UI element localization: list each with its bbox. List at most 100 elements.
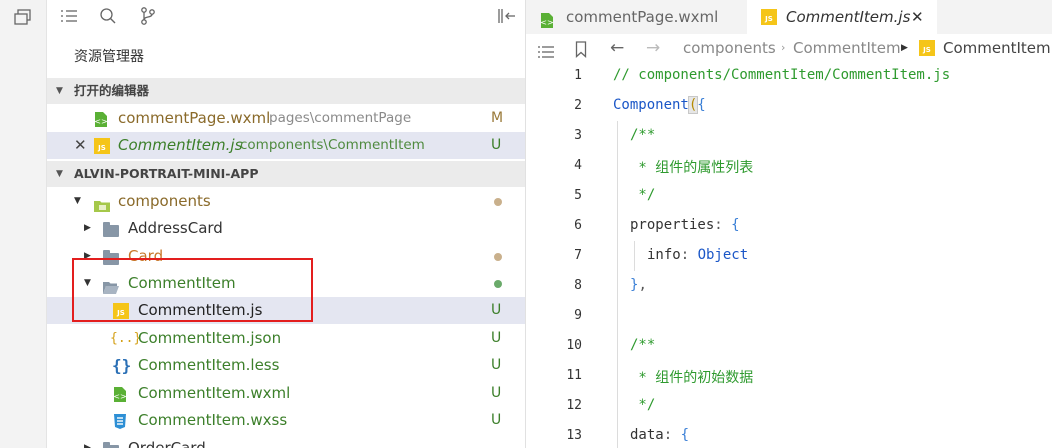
chevron-down-icon: ▼ xyxy=(74,196,81,206)
tree-item-label: CommentItem.wxml xyxy=(138,384,291,402)
bookmark-icon[interactable] xyxy=(575,39,587,67)
open-editors-header[interactable]: ▼ 打开的编辑器 xyxy=(47,78,525,104)
chevron-down-icon: ▼ xyxy=(56,169,63,179)
list-icon[interactable] xyxy=(537,40,555,68)
indent-guide xyxy=(634,241,635,271)
list-icon[interactable] xyxy=(60,8,78,28)
tree-file-commentitem-less[interactable]: {} CommentItem.less U xyxy=(47,352,525,379)
untracked-badge: U xyxy=(491,357,502,373)
explorer-sidebar: 资源管理器 ▼ 打开的编辑器 <> commentPage.wxml pages… xyxy=(47,0,526,448)
code-line[interactable]: */ xyxy=(630,397,655,413)
line-number: 3 xyxy=(574,128,582,143)
project-name: ALVIN-PORTRAIT-MINI-APP xyxy=(74,166,259,181)
open-editors-label: 打开的编辑器 xyxy=(74,83,150,98)
breadcrumb-item[interactable]: components xyxy=(683,34,776,62)
untracked-badge: U xyxy=(491,412,502,428)
tree-folder-ordercard[interactable]: ▶ OrderCard xyxy=(47,435,525,448)
tree-item-label: OrderCard xyxy=(128,439,206,448)
untracked-badge: U xyxy=(491,302,502,318)
back-arrow-icon[interactable]: ← xyxy=(610,34,624,62)
chevron-down-icon: ▼ xyxy=(56,86,63,96)
tab-commentitem-js[interactable]: JS CommentItem.js ✕ xyxy=(747,0,937,34)
code-line[interactable]: /** xyxy=(630,337,655,353)
code-line[interactable]: // components/CommentItem/CommentItem.js xyxy=(613,67,950,83)
tab-label: commentPage.wxml xyxy=(566,8,719,26)
code-token: properties xyxy=(630,217,715,233)
close-icon[interactable]: ✕ xyxy=(911,0,924,34)
indent-guide xyxy=(617,121,618,448)
tree-file-commentitem-wxss[interactable]: CommentItem.wxss U xyxy=(47,407,525,434)
js-file-icon: JS xyxy=(761,9,777,25)
sidebar-toolbar xyxy=(47,0,525,34)
code-line[interactable]: * 组件的属性列表 xyxy=(630,157,753,177)
code-line[interactable]: properties: { xyxy=(630,217,740,233)
code-line[interactable]: * 组件的初始数据 xyxy=(630,367,753,387)
code-line[interactable]: /** xyxy=(630,127,655,143)
search-icon[interactable] xyxy=(99,7,117,29)
js-file-icon: JS xyxy=(94,138,110,154)
open-editor-item[interactable]: ✕ JS CommentItem.js components\CommentIt… xyxy=(47,132,525,159)
code-line[interactable]: info: Object xyxy=(647,247,748,263)
svg-text:<>: <> xyxy=(540,18,553,27)
breadcrumb-item[interactable]: CommentItem.js xyxy=(943,34,1052,62)
editor-area: <> commentPage.wxml JS CommentItem.js ✕ … xyxy=(526,0,1052,448)
activity-bar xyxy=(0,0,47,448)
highlight-box xyxy=(72,258,313,322)
code-line[interactable]: Component({ xyxy=(613,96,706,114)
untracked-badge: U xyxy=(491,385,502,401)
line-number: 1 xyxy=(574,68,582,83)
tree-folder-addresscard[interactable]: ▶ AddressCard xyxy=(47,215,525,242)
code-token: Object xyxy=(697,247,749,263)
js-file-icon: JS xyxy=(919,40,935,56)
line-number: 5 xyxy=(574,188,582,203)
tree-item-label: CommentItem.wxss xyxy=(138,411,288,429)
chevron-right-icon: › xyxy=(781,41,786,54)
svg-text:<>: <> xyxy=(113,392,126,401)
project-header[interactable]: ▼ ALVIN-PORTRAIT-MINI-APP xyxy=(47,161,525,187)
open-editor-path: pages\commentPage xyxy=(269,110,412,126)
json-file-icon: {..} xyxy=(110,331,142,346)
collapse-sidebar-icon[interactable] xyxy=(497,8,517,28)
tab-commentpage-wxml[interactable]: <> commentPage.wxml xyxy=(526,0,746,34)
chevron-right-icon: ▶ xyxy=(84,223,91,233)
open-editor-name: commentPage.wxml xyxy=(118,109,271,127)
tree-file-commentitem-json[interactable]: {..} CommentItem.json U xyxy=(47,325,525,352)
code-token: : xyxy=(663,427,681,443)
code-line[interactable]: }, xyxy=(630,277,647,293)
tree-item-label: components xyxy=(118,192,211,210)
code-token: : xyxy=(680,247,698,263)
line-number: 12 xyxy=(566,398,582,413)
breadcrumb: ← → components › CommentItem ▶ JS Commen… xyxy=(526,34,1052,62)
forward-arrow-icon[interactable]: → xyxy=(646,34,660,62)
added-dot xyxy=(494,280,502,288)
tree-item-label: CommentItem.json xyxy=(138,329,282,347)
explorer-title: 资源管理器 xyxy=(74,49,144,65)
breadcrumb-item[interactable]: CommentItem xyxy=(793,34,901,62)
untracked-badge: U xyxy=(491,137,502,153)
line-number: 10 xyxy=(566,338,582,353)
folder-icon xyxy=(103,222,119,237)
line-number: 8 xyxy=(574,278,582,293)
line-number: 11 xyxy=(566,368,582,383)
code-line[interactable]: */ xyxy=(630,187,655,203)
open-editor-name: CommentItem.js xyxy=(118,136,243,154)
source-control-icon[interactable] xyxy=(140,6,156,30)
tree-folder-components[interactable]: ▼ components xyxy=(47,188,525,215)
tree-file-commentitem-wxml[interactable]: <> CommentItem.wxml U xyxy=(47,380,525,407)
line-number: 13 xyxy=(566,428,582,443)
code-token: info xyxy=(647,247,681,263)
svg-text:<>: <> xyxy=(94,117,107,126)
code-token: { xyxy=(697,97,706,113)
open-editor-item[interactable]: <> commentPage.wxml pages\commentPage M xyxy=(47,105,525,132)
less-file-icon: {} xyxy=(112,356,132,375)
modified-dot xyxy=(494,253,502,261)
line-number: 9 xyxy=(574,308,582,323)
close-icon[interactable]: ✕ xyxy=(74,132,87,159)
code-token: { xyxy=(731,217,740,233)
line-number: 6 xyxy=(574,218,582,233)
explorer-toggle-icon[interactable] xyxy=(13,8,33,30)
tree-item-label: AddressCard xyxy=(128,219,223,237)
tree-item-label: CommentItem.less xyxy=(138,356,280,374)
code-line[interactable]: data: { xyxy=(630,427,689,443)
code-token: : xyxy=(714,217,732,233)
